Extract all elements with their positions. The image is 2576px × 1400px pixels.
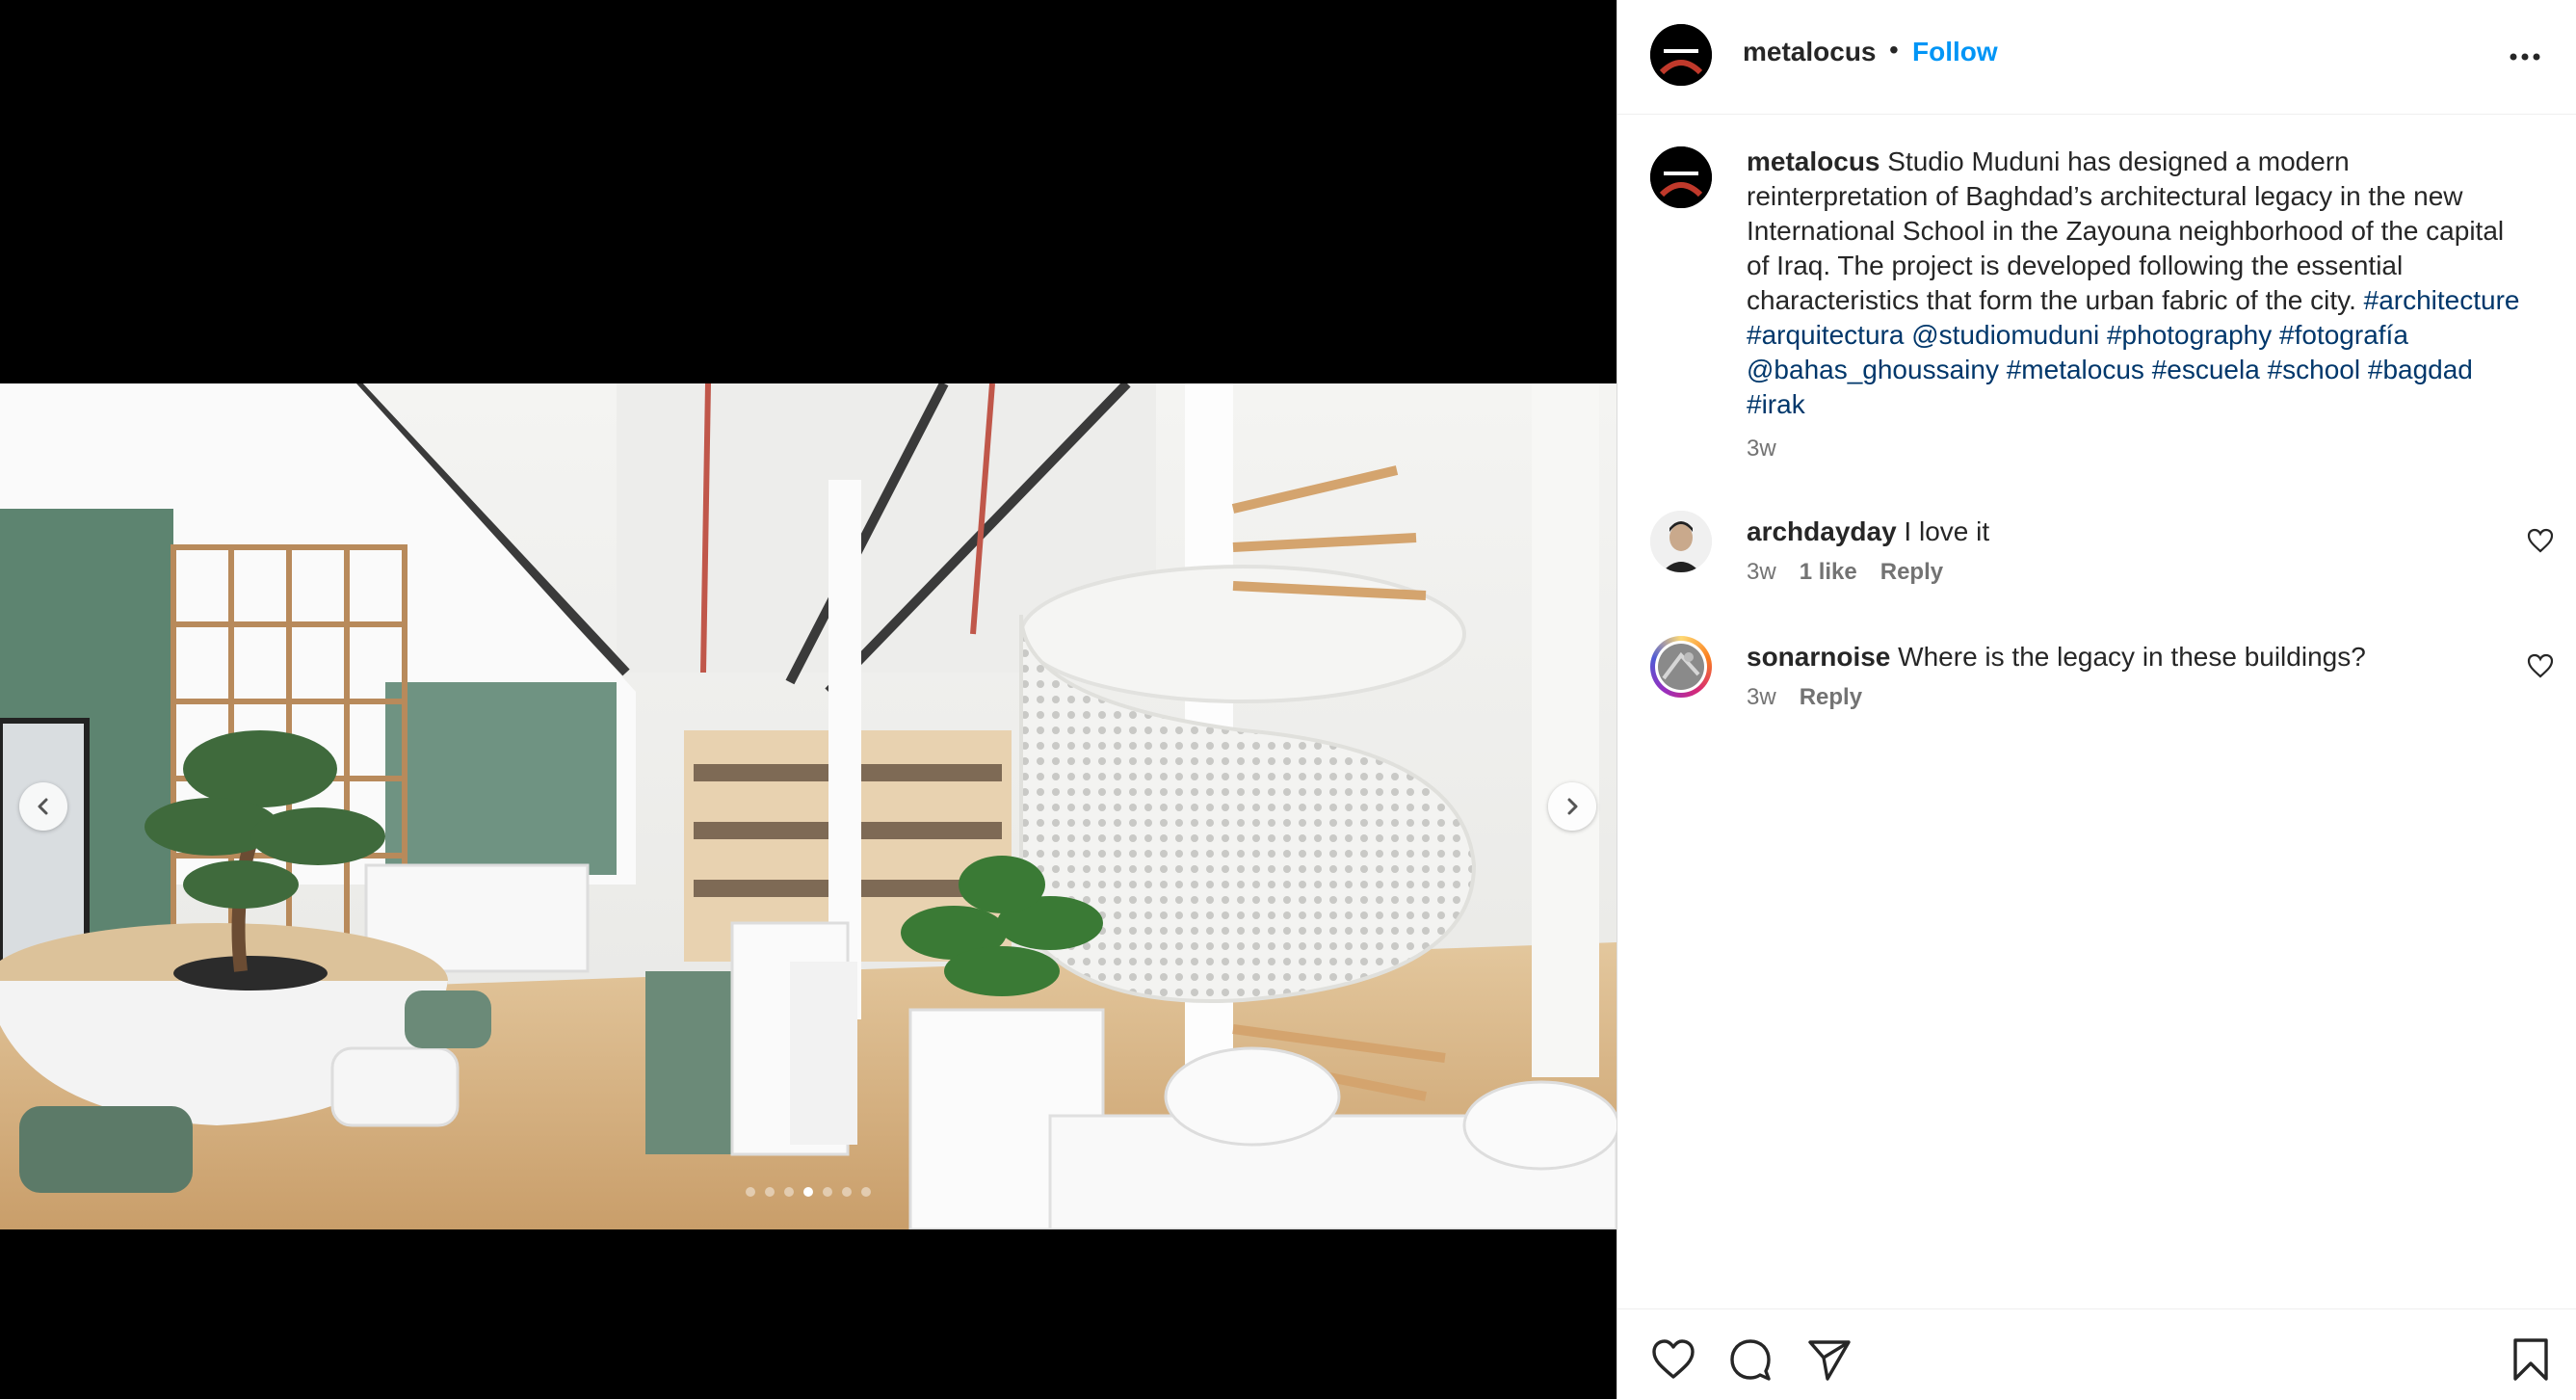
carousel-dot	[765, 1187, 775, 1197]
paper-plane-icon[interactable]	[1806, 1336, 1853, 1383]
post-photo	[0, 383, 1617, 1229]
hashtag-link[interactable]: #metalocus	[2007, 355, 2144, 384]
comment-actions: 3w 1 like Reply	[1747, 559, 1943, 586]
more-options-icon[interactable]	[2506, 42, 2544, 71]
header-separator: •	[1889, 35, 1899, 65]
caption-username[interactable]: metalocus	[1747, 146, 1880, 176]
hashtag-link[interactable]: #arquitectura	[1747, 320, 1904, 350]
hashtag-link[interactable]: #architecture	[2364, 285, 2520, 315]
comment-timestamp[interactable]: 3w	[1747, 684, 1776, 711]
post-details-panel: metalocus • Follow metalocus Studio Mudu…	[1617, 0, 2576, 1399]
hashtag-link[interactable]: @studiomuduni	[1911, 320, 2099, 350]
caption-author-avatar[interactable]	[1650, 146, 1712, 208]
hashtag-link[interactable]: #escuela	[2152, 355, 2260, 384]
comment-item: sonarnoise Where is the legacy in these …	[1617, 636, 2576, 752]
previous-slide-button[interactable]	[19, 782, 67, 831]
carousel-dot	[823, 1187, 832, 1197]
chevron-left-icon	[38, 798, 48, 815]
post-actions-bar	[1617, 1308, 2576, 1400]
comment-text: Where is the legacy in these buildings?	[1898, 642, 2366, 672]
author-username[interactable]: metalocus	[1743, 37, 1877, 67]
comment-like-icon[interactable]	[2527, 528, 2554, 553]
commenter-avatar[interactable]	[1650, 511, 1712, 572]
comment-text: I love it	[1904, 516, 1990, 546]
post-media	[0, 0, 1617, 1399]
follow-button[interactable]: Follow	[1912, 37, 1998, 67]
metalocus-logo	[1650, 24, 1712, 86]
hashtag-link[interactable]: #photography	[2107, 320, 2272, 350]
comment-timestamp[interactable]: 3w	[1747, 559, 1776, 586]
comment-username[interactable]: sonarnoise	[1747, 642, 1890, 672]
comment-bubble-icon[interactable]	[1727, 1336, 1774, 1383]
carousel-dot	[842, 1187, 852, 1197]
caption-timestamp[interactable]: 3w	[1747, 436, 1776, 462]
profile-photo	[1650, 511, 1712, 572]
chevron-right-icon	[1567, 798, 1578, 815]
heart-icon[interactable]	[1650, 1336, 1696, 1383]
hashtag-link[interactable]: #school	[2268, 355, 2361, 384]
carousel-dot	[861, 1187, 871, 1197]
post-caption: metalocus Studio Muduni has designed a m…	[1747, 145, 2527, 422]
carousel-dot	[784, 1187, 794, 1197]
comment-username[interactable]: archdayday	[1747, 516, 1897, 546]
comment-actions: 3w Reply	[1747, 684, 1862, 711]
post-header: metalocus • Follow	[1617, 0, 2576, 115]
comment-like-count[interactable]: 1 like	[1800, 559, 1857, 586]
next-slide-button[interactable]	[1548, 782, 1596, 831]
hashtag-link[interactable]: #fotografía	[2279, 320, 2408, 350]
hashtag-link[interactable]: #irak	[1747, 389, 1805, 419]
reply-button[interactable]: Reply	[1800, 684, 1862, 711]
hashtag-link[interactable]: #bagdad	[2368, 355, 2473, 384]
commenter-avatar[interactable]	[1650, 636, 1712, 698]
carousel-dot	[746, 1187, 755, 1197]
profile-photo	[1655, 641, 1707, 693]
comment-item: archdayday I love it 3w 1 like Reply	[1617, 511, 2576, 626]
hashtag-link[interactable]: @bahas_ghoussainy	[1747, 355, 1999, 384]
carousel-indicator	[0, 1187, 1617, 1197]
bookmark-icon[interactable]	[2508, 1336, 2554, 1383]
reply-button[interactable]: Reply	[1880, 559, 1943, 586]
metalocus-logo	[1650, 146, 1712, 208]
author-avatar[interactable]	[1650, 24, 1712, 86]
comment-like-icon[interactable]	[2527, 653, 2554, 678]
carousel-dot	[803, 1187, 813, 1197]
